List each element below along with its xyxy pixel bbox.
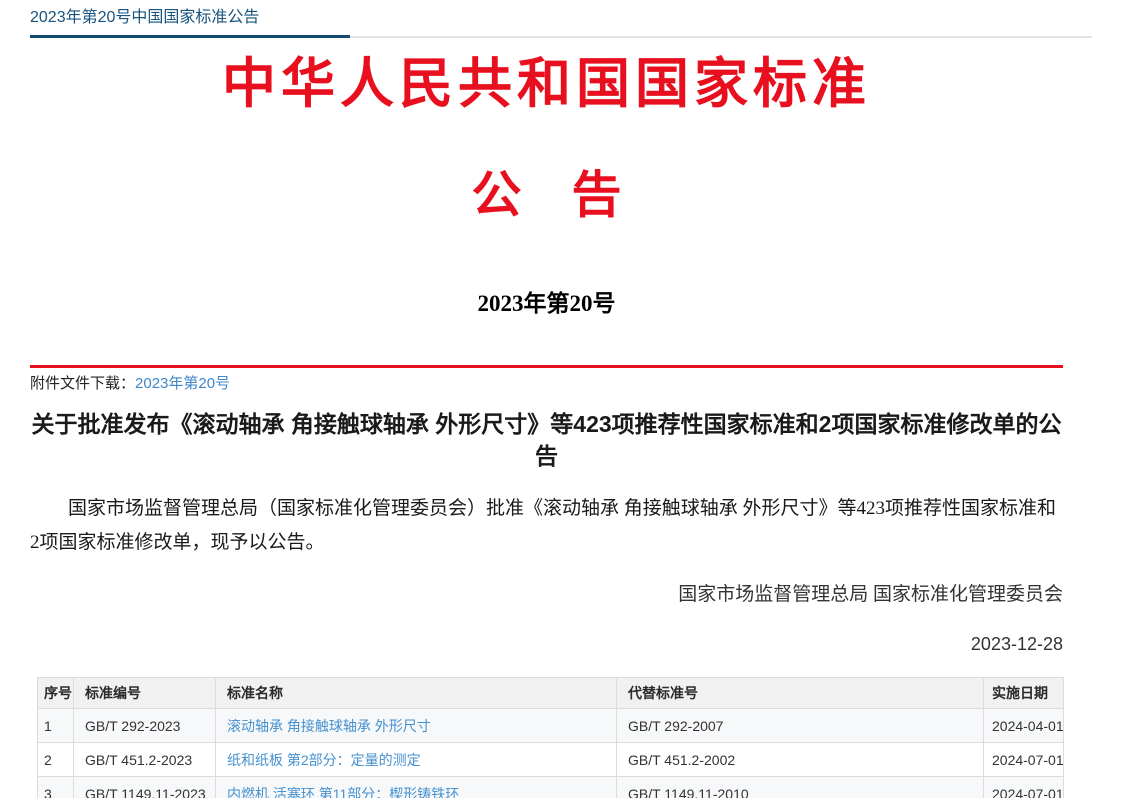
- seq-cell: 1: [38, 709, 74, 743]
- announcement-document: 中华人民共和国国家标准 公 告 2023年第20号 附件文件下载：2023年第2…: [30, 56, 1063, 798]
- table-row: 2GB/T 451.2-2023 纸和纸板 第2部分：定量的测定 GB/T 451.…: [38, 743, 1064, 777]
- impl-date-cell: 2024-07-01: [984, 743, 1064, 777]
- document-subtitle: 公 告: [30, 170, 1063, 220]
- attachment-label: 附件文件下载：: [30, 375, 135, 392]
- tab-bar: 2023年第20号中国国家标准公告: [30, 0, 1092, 38]
- column-header: 序号: [38, 678, 74, 709]
- impl-date-cell: 2024-07-01: [984, 777, 1064, 798]
- notice-body: 国家市场监督管理总局（国家标准化管理委员会）批准《滚动轴承 角接触球轴承 外形尺…: [30, 492, 1063, 560]
- notice-heading: 关于批准发布《滚动轴承 角接触球轴承 外形尺寸》等423项推荐性国家标准和2项国…: [30, 408, 1063, 472]
- table-row: 1GB/T 292-2023 滚动轴承 角接触球轴承 外形尺寸 GB/T 292-2…: [38, 709, 1064, 743]
- column-header: 标准编号: [74, 678, 216, 709]
- standard-name-cell: 纸和纸板 第2部分：定量的测定: [216, 743, 617, 777]
- table-header-row: 序号标准编号标准名称代替标准号实施日期: [38, 678, 1064, 709]
- announcement-date: 2023-12-28: [30, 633, 1063, 655]
- attachment-link[interactable]: 2023年第20号: [135, 375, 230, 392]
- column-header: 实施日期: [984, 678, 1064, 709]
- standard-no-cell: GB/T 292-2023: [74, 709, 216, 743]
- standard-name-link[interactable]: 纸和纸板 第2部分：定量的测定: [227, 752, 421, 768]
- standard-no-cell: GB/T 1149.11-2023: [74, 777, 216, 798]
- attachment-row: 附件文件下载：2023年第20号: [30, 368, 1063, 394]
- signature: 国家市场监督管理总局 国家标准化管理委员会: [30, 584, 1063, 606]
- impl-date-cell: 2024-04-01: [984, 709, 1064, 743]
- page: 2023年第20号中国国家标准公告 中华人民共和国国家标准 公 告 2023年第…: [0, 0, 1131, 798]
- replaced-no-cell: GB/T 451.2-2002: [617, 743, 984, 777]
- replaced-no-cell: GB/T 1149.11-2010: [617, 777, 984, 798]
- replaced-no-cell: GB/T 292-2007: [617, 709, 984, 743]
- tab-announcement[interactable]: 2023年第20号中国国家标准公告: [30, 8, 350, 38]
- document-title: 中华人民共和国国家标准: [30, 56, 1063, 112]
- table-row: 3GB/T 1149.11-2023 内燃机 活塞环 第11部分：楔形铸铁环 GB/…: [38, 777, 1064, 798]
- standard-name-link[interactable]: 内燃机 活塞环 第11部分：楔形铸铁环: [227, 786, 459, 798]
- column-header: 标准名称: [216, 678, 617, 709]
- seq-cell: 3: [38, 777, 74, 798]
- standard-name-link[interactable]: 滚动轴承 角接触球轴承 外形尺寸: [227, 718, 431, 734]
- column-header: 代替标准号: [617, 678, 984, 709]
- standard-name-cell: 内燃机 活塞环 第11部分：楔形铸铁环: [216, 777, 617, 798]
- standard-no-cell: GB/T 451.2-2023: [74, 743, 216, 777]
- issue-number: 2023年第20号: [30, 292, 1063, 316]
- seq-cell: 2: [38, 743, 74, 777]
- standards-table: 序号标准编号标准名称代替标准号实施日期 1GB/T 292-2023 滚动轴承 角…: [37, 677, 1064, 798]
- standard-name-cell: 滚动轴承 角接触球轴承 外形尺寸: [216, 709, 617, 743]
